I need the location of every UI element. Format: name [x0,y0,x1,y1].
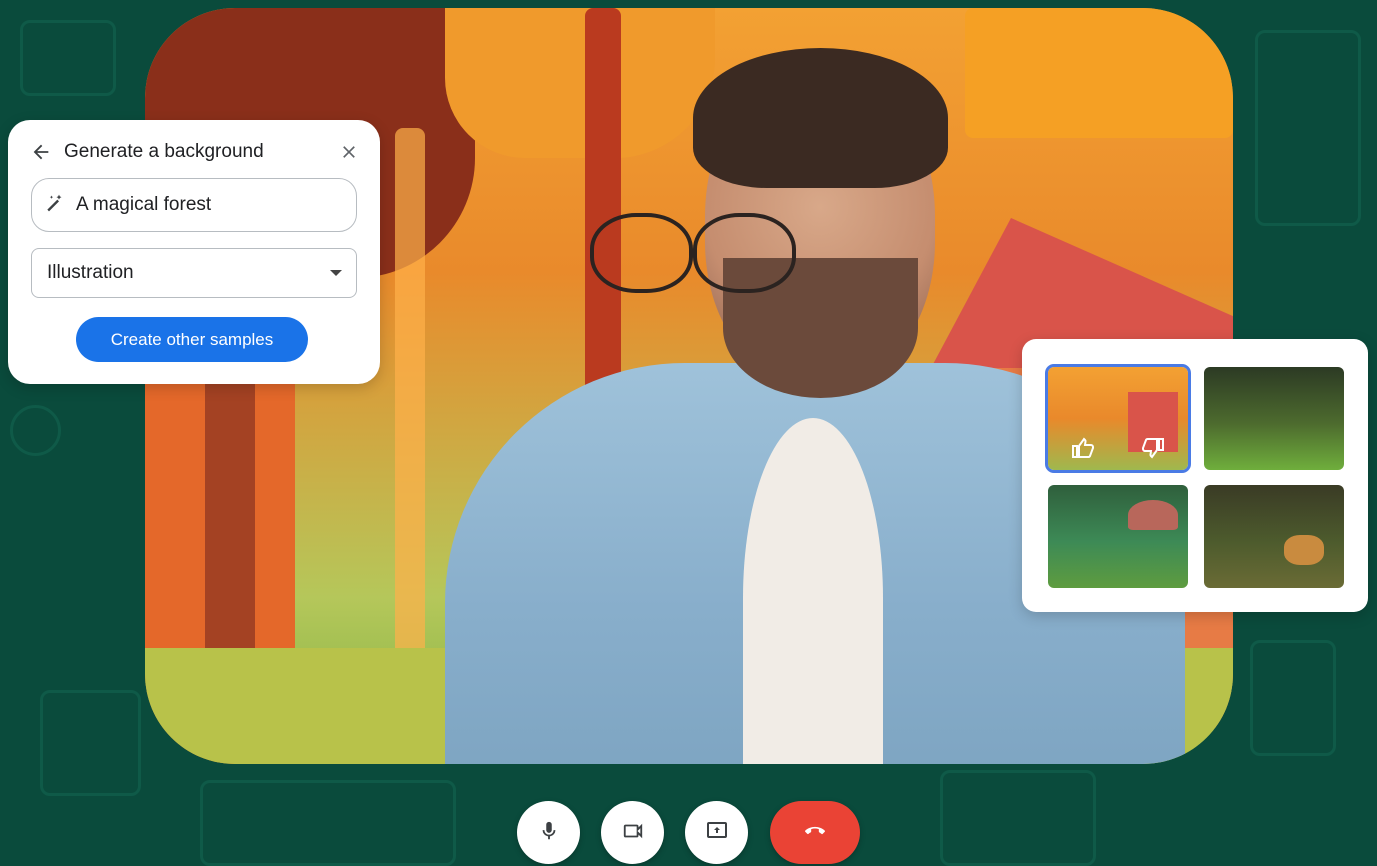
thumbnail-feedback-actions [1048,434,1188,462]
create-other-samples-button[interactable]: Create other samples [76,317,308,362]
back-arrow-icon[interactable] [28,139,54,165]
microphone-button[interactable] [517,801,580,864]
background-doodle [1250,640,1336,756]
background-tree [395,128,425,688]
background-tree [965,8,1233,138]
prompt-field[interactable] [31,178,357,232]
background-doodle [20,20,116,96]
person-glasses [693,213,796,293]
sample-thumbnail-dark-jungle[interactable] [1204,367,1344,470]
thumbs-down-icon[interactable] [1139,434,1167,462]
prompt-input[interactable] [74,193,338,217]
generate-background-panel: Generate a background Illustration Creat… [8,120,380,384]
magic-wand-icon [44,193,64,218]
background-doodle [40,690,141,796]
background-doodle [10,405,61,456]
dropdown-arrow-icon [330,270,342,276]
panel-title: Generate a background [64,141,264,162]
sample-thumbnail-mushroom-house[interactable] [1048,485,1188,588]
background-tree [445,8,715,158]
present-screen-button[interactable] [685,801,748,864]
end-call-icon [799,821,831,844]
background-doodle [200,780,456,866]
thumbs-up-icon[interactable] [1069,434,1097,462]
background-doodle [1255,30,1361,226]
style-dropdown-value: Illustration [47,262,134,283]
sample-thumbnail-deer-forest[interactable] [1204,485,1344,588]
camera-icon [619,820,647,845]
style-dropdown[interactable]: Illustration [31,248,357,298]
end-call-button[interactable] [770,801,860,864]
present-screen-icon [704,819,730,846]
background-doodle [940,770,1096,866]
person-hair [693,48,948,188]
deer-thumb-shape [1284,535,1324,565]
close-icon[interactable] [336,139,362,165]
person-tshirt [743,418,883,764]
person-glasses [590,213,693,293]
camera-button[interactable] [601,801,664,864]
generated-samples-panel [1022,339,1368,612]
sample-thumbnail-forest-cottage[interactable] [1045,364,1191,473]
panel-header: Generate a background [28,136,362,168]
microphone-icon [538,818,560,847]
mushroom-thumb-shape [1128,500,1178,530]
